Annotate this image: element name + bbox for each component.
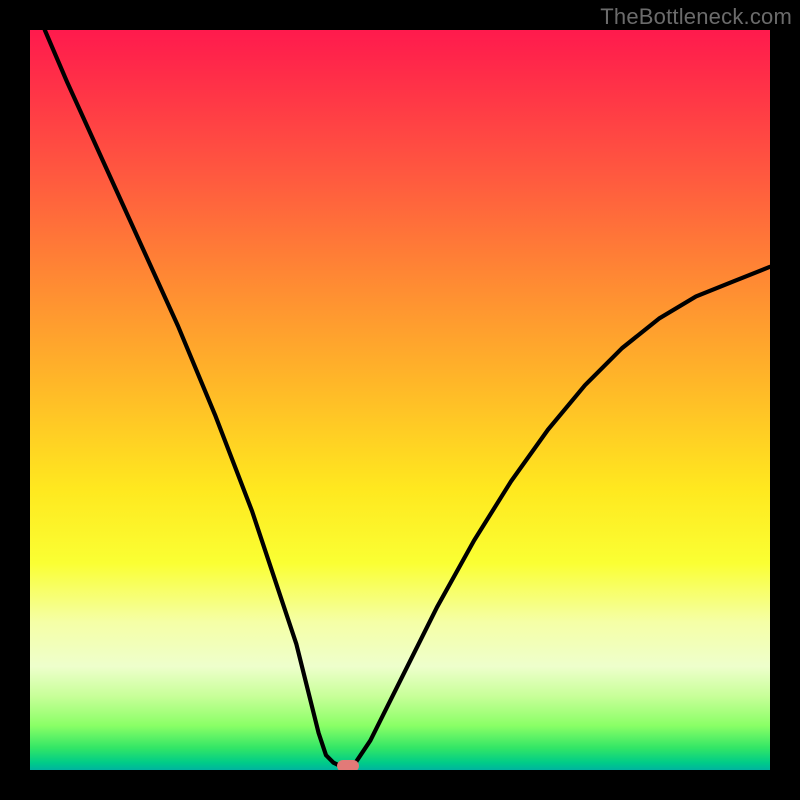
curve-svg xyxy=(30,30,770,770)
watermark-text: TheBottleneck.com xyxy=(600,4,792,30)
chart-frame: TheBottleneck.com xyxy=(0,0,800,800)
optimum-marker xyxy=(337,760,359,770)
plot-area xyxy=(30,30,770,770)
bottleneck-curve xyxy=(45,30,770,766)
